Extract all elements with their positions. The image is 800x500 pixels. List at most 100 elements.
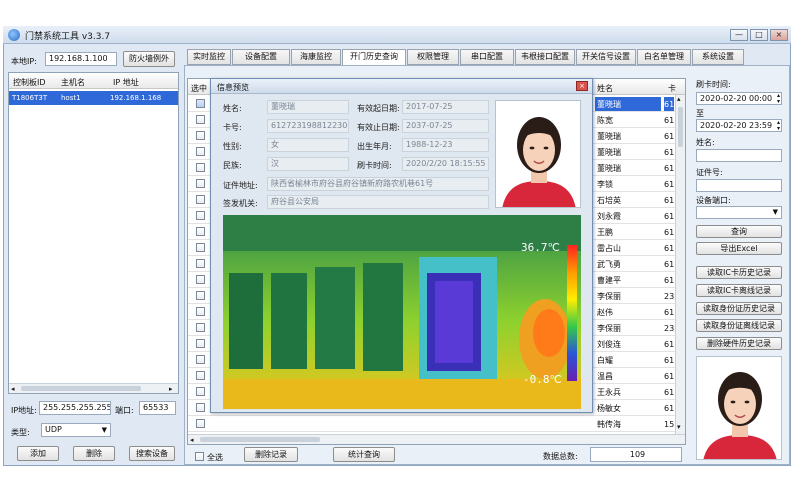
delete-records-button[interactable]: 删除记录 (244, 447, 298, 462)
col-card[interactable]: 卡 (668, 83, 676, 94)
device-list-hscroll[interactable]: ◂ ▸ (9, 383, 178, 393)
tab-4[interactable]: 开门历史查询 (342, 49, 406, 66)
tab-6[interactable]: 串口配置 (460, 49, 514, 65)
grid-hscroll-thumb[interactable] (200, 437, 320, 442)
row-checkbox[interactable] (196, 419, 205, 428)
ip-address-field[interactable]: 255.255.255.255 (39, 401, 111, 415)
row-card-prefix: 61 (664, 308, 675, 317)
grid-vscroll[interactable]: ▴ ▾ (675, 95, 685, 435)
firewall-exception-button[interactable]: 防火墙例外 (123, 51, 175, 67)
col-select[interactable]: 选中 (191, 83, 207, 94)
row-name: 武飞勇 (597, 260, 621, 269)
device-row[interactable]: T1806T3T host1 192.168.1.168 (9, 91, 178, 105)
row-checkbox[interactable] (196, 227, 205, 236)
address-label: 证件地址: (223, 181, 258, 190)
tab-7[interactable]: 韦根接口配置 (515, 49, 575, 65)
maximize-button[interactable]: □ (750, 29, 768, 41)
total-field: 109 (590, 447, 682, 462)
row-checkbox[interactable] (196, 115, 205, 124)
spinner-icon[interactable]: ▴ ▾ (777, 120, 780, 131)
row-name: 李保丽 (597, 292, 621, 301)
row-checkbox[interactable] (196, 403, 205, 412)
scroll-up-icon[interactable]: ▴ (677, 95, 681, 103)
name-filter-field[interactable] (696, 149, 782, 162)
scroll-right-icon[interactable]: ▸ (169, 385, 173, 393)
tab-10[interactable]: 系统设置 (692, 49, 744, 65)
row-checkbox[interactable] (196, 371, 205, 380)
tab-9[interactable]: 白名单管理 (637, 49, 691, 65)
row-checkbox[interactable] (196, 387, 205, 396)
from-datetime-field[interactable]: 2020-02-20 00:00 ▴ ▾ (696, 92, 782, 105)
read-ic-history-button[interactable]: 读取IC卡历史记录 (696, 266, 782, 279)
col-ip-address[interactable]: IP 地址 (113, 77, 139, 88)
device-port-select[interactable]: ▼ (696, 206, 782, 219)
swipe-time-label: 刷卡时间: (357, 161, 392, 170)
gender-label: 性别: (223, 142, 242, 151)
id-filter-field[interactable] (696, 179, 782, 192)
row-card-prefix: 23 (664, 292, 675, 301)
row-card-prefix: 61 (664, 212, 675, 221)
select-all-checkbox[interactable] (195, 452, 204, 461)
row-checkbox[interactable] (196, 339, 205, 348)
info-preview-dialog: 信息预览 × 姓名: 董晓瑞 有效起日期: 2017-07-25 卡号: 612… (210, 78, 593, 413)
tab-2[interactable]: 设备配置 (232, 49, 290, 65)
row-checkbox[interactable] (196, 323, 205, 332)
grid-hscroll[interactable]: ◂ (188, 434, 685, 444)
scroll-down-icon[interactable]: ▾ (677, 423, 681, 431)
read-ic-offline-button[interactable]: 读取IC卡离线记录 (696, 284, 782, 297)
to-datetime-field[interactable]: 2020-02-20 23:59 ▴ ▾ (696, 119, 782, 132)
delete-button[interactable]: 删除 (73, 446, 115, 461)
export-excel-button[interactable]: 导出Excel (696, 242, 782, 255)
port-field[interactable]: 65533 (139, 401, 176, 415)
row-checkbox[interactable] (196, 179, 205, 188)
search-device-button[interactable]: 搜索设备 (129, 446, 175, 461)
row-checkbox[interactable] (196, 259, 205, 268)
window-title: 门禁系统工具 v3.3.7 (25, 32, 111, 42)
scroll-left-icon[interactable]: ◂ (190, 436, 194, 444)
valid-start-label: 有效起日期: (357, 104, 400, 113)
read-id-history-button[interactable]: 读取身份证历史记录 (696, 302, 782, 315)
add-button[interactable]: 添加 (17, 446, 59, 461)
row-checkbox[interactable] (196, 211, 205, 220)
row-checkbox[interactable] (196, 147, 205, 156)
row-checkbox[interactable] (196, 307, 205, 316)
spinner-icon[interactable]: ▴ ▾ (777, 93, 780, 104)
row-checkbox[interactable] (196, 131, 205, 140)
query-button[interactable]: 查询 (696, 225, 782, 238)
read-id-offline-button[interactable]: 读取身份证离线记录 (696, 319, 782, 332)
col-hostname[interactable]: 主机名 (61, 77, 85, 88)
row-name: 杨敏女 (597, 404, 621, 413)
delete-hardware-history-button[interactable]: 删除硬件历史记录 (696, 337, 782, 350)
tab-1[interactable]: 实时监控 (187, 49, 231, 65)
vscroll-thumb[interactable] (678, 107, 683, 147)
close-button[interactable]: × (770, 29, 788, 41)
row-name: 陈宽 (597, 116, 613, 125)
type-select[interactable]: UDP ▼ (41, 423, 111, 437)
row-card-prefix: 15 (664, 420, 675, 429)
scroll-left-icon[interactable]: ◂ (11, 385, 15, 393)
table-row[interactable]: 韩传海 15 (188, 416, 675, 432)
local-ip-field[interactable]: 192.168.1.100 (45, 52, 117, 66)
valid-end-value: 2037-07-25 (402, 119, 489, 133)
row-checkbox[interactable] (196, 163, 205, 172)
tab-8[interactable]: 开关信号设置 (576, 49, 636, 65)
port-label: 端口: (115, 406, 134, 415)
row-checkbox[interactable] (196, 195, 205, 204)
row-checkbox[interactable] (196, 99, 205, 108)
row-checkbox[interactable] (196, 243, 205, 252)
device-list-header: 控制板ID 主机名 IP 地址 (9, 73, 178, 89)
tab-3[interactable]: 海康监控 (291, 49, 341, 65)
row-checkbox[interactable] (196, 275, 205, 284)
valid-end-label: 有效止日期: (357, 123, 400, 132)
row-checkbox[interactable] (196, 355, 205, 364)
row-name: 石培英 (597, 196, 621, 205)
minimize-button[interactable]: — (730, 29, 748, 41)
col-name[interactable]: 姓名 (597, 83, 613, 94)
dialog-close-icon[interactable]: × (576, 81, 588, 91)
tab-5[interactable]: 权限管理 (407, 49, 459, 65)
stats-query-button[interactable]: 统计查询 (333, 447, 395, 462)
hscroll-thumb[interactable] (21, 386, 141, 391)
device-host: host1 (61, 94, 81, 102)
col-controller-id[interactable]: 控制板ID (13, 77, 46, 88)
row-checkbox[interactable] (196, 291, 205, 300)
